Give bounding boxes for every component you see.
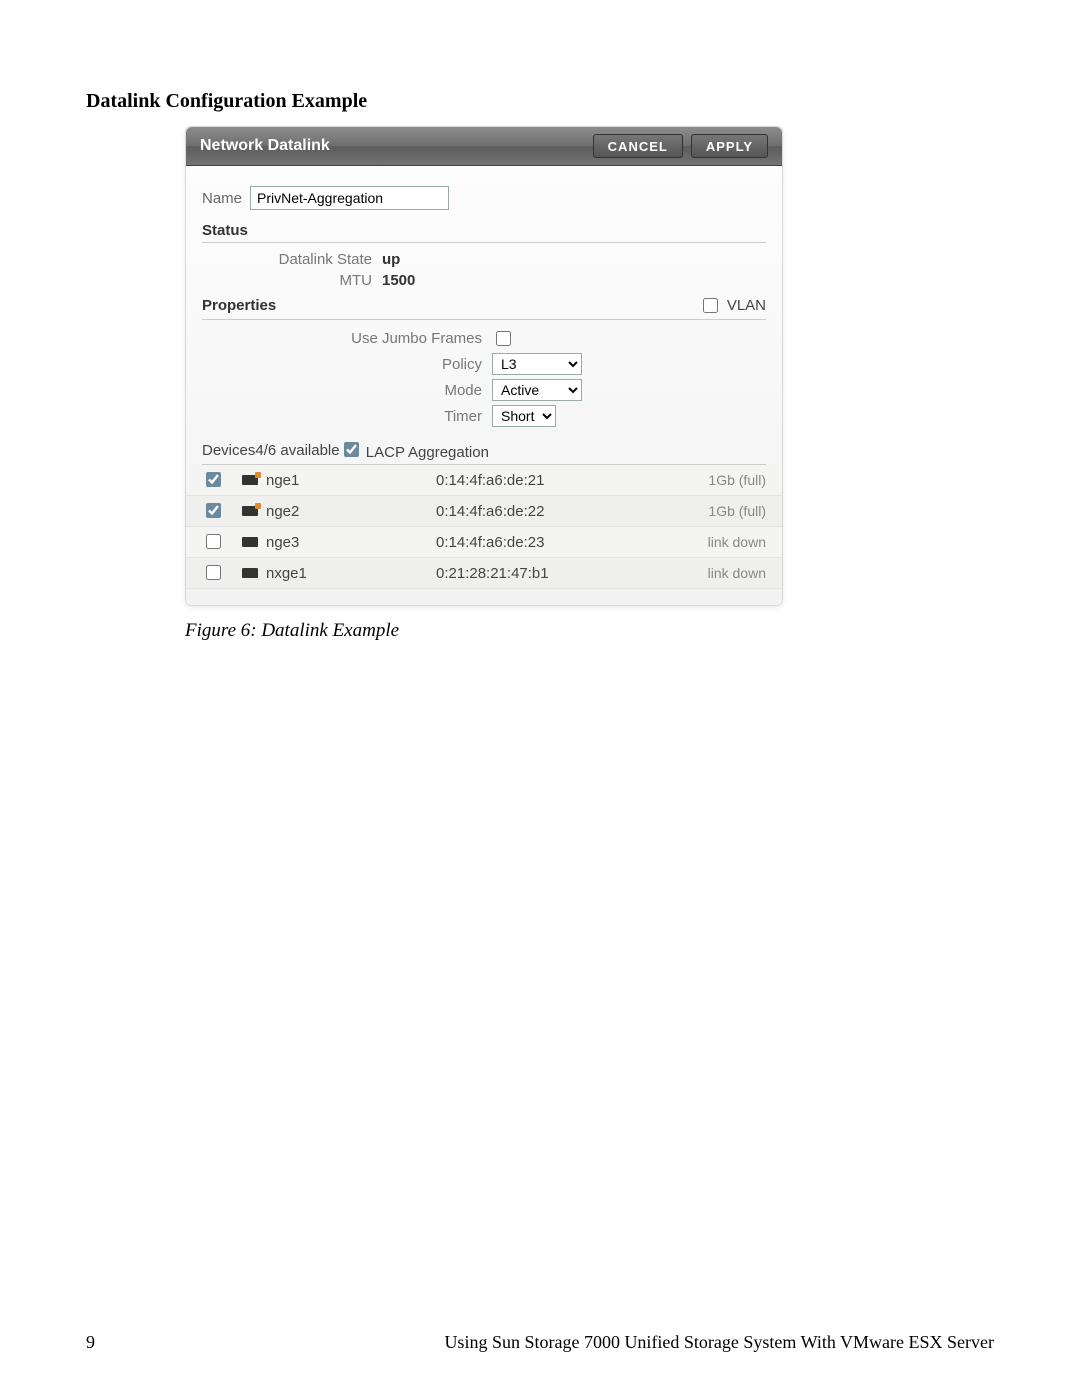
device-checkbox[interactable] — [206, 472, 221, 487]
figure-caption: Figure 6: Datalink Example — [185, 620, 399, 642]
device-checkbox[interactable] — [206, 503, 221, 518]
device-checkbox[interactable] — [206, 534, 221, 549]
status-section-header: Status — [202, 222, 766, 243]
device-mac: 0:14:4f:a6:de:21 — [436, 472, 666, 489]
devices-section-header: Devices 4/6 available LACP Aggregation — [202, 439, 766, 465]
device-checkbox[interactable] — [206, 565, 221, 580]
devices-list: nge1 0:14:4f:a6:de:21 1Gb (full) nge2 0:… — [186, 465, 782, 589]
name-label: Name — [202, 190, 250, 207]
policy-row: Policy L3 — [186, 351, 782, 377]
device-name: nge3 — [266, 534, 436, 551]
dialog-header: Network Datalink CANCEL APPLY — [186, 127, 782, 166]
page-footer-text: Using Sun Storage 7000 Unified Storage S… — [444, 1332, 994, 1353]
name-input[interactable] — [250, 186, 449, 210]
dialog-title: Network Datalink — [200, 137, 585, 155]
device-status: link down — [708, 565, 766, 581]
datalink-state-value: up — [382, 251, 400, 268]
mode-row: Mode Active — [186, 377, 782, 403]
lacp-checkbox[interactable] — [344, 442, 359, 457]
device-mac: 0:14:4f:a6:de:22 — [436, 503, 666, 520]
nic-icon — [242, 537, 258, 547]
dialog-network-datalink: Network Datalink CANCEL APPLY Name Statu… — [185, 126, 783, 606]
properties-header-label: Properties — [202, 297, 276, 314]
nic-icon — [242, 475, 258, 485]
device-mac: 0:21:28:21:47:b1 — [436, 565, 666, 582]
nic-icon — [242, 568, 258, 578]
lacp-label: LACP Aggregation — [366, 444, 489, 461]
device-row: nge2 0:14:4f:a6:de:22 1Gb (full) — [186, 496, 782, 527]
device-mac: 0:14:4f:a6:de:23 — [436, 534, 666, 551]
mode-select[interactable]: Active — [492, 379, 582, 401]
mtu-label: MTU — [202, 272, 382, 289]
mode-label: Mode — [202, 382, 492, 399]
timer-label: Timer — [202, 408, 492, 425]
device-status: link down — [708, 534, 766, 550]
device-name: nge1 — [266, 472, 436, 489]
name-row: Name — [186, 186, 782, 218]
device-row: nxge1 0:21:28:21:47:b1 link down — [186, 558, 782, 589]
device-status: 1Gb (full) — [708, 503, 766, 519]
nic-icon — [242, 506, 258, 516]
vlan-label: VLAN — [727, 297, 766, 314]
jumbo-checkbox[interactable] — [496, 331, 511, 346]
policy-select[interactable]: L3 — [492, 353, 582, 375]
timer-row: Timer Short — [186, 403, 782, 429]
device-row: nge1 0:14:4f:a6:de:21 1Gb (full) — [186, 465, 782, 496]
vlan-checkbox[interactable] — [703, 298, 718, 313]
dialog-body: Name Status Datalink State up MTU 1500 P… — [186, 166, 782, 605]
device-name: nxge1 — [266, 565, 436, 582]
timer-select[interactable]: Short — [492, 405, 556, 427]
apply-button[interactable]: APPLY — [691, 134, 768, 158]
jumbo-row: Use Jumbo Frames — [186, 326, 782, 351]
devices-header-label: Devices — [202, 442, 255, 459]
datalink-state-label: Datalink State — [202, 251, 382, 268]
properties-section-header: Properties VLAN — [202, 295, 766, 320]
device-status: 1Gb (full) — [708, 472, 766, 488]
section-title: Datalink Configuration Example — [86, 90, 367, 113]
devices-header-note: 4/6 available — [255, 442, 339, 459]
policy-label: Policy — [202, 356, 492, 373]
status-header-label: Status — [202, 222, 248, 239]
datalink-state-row: Datalink State up — [186, 249, 782, 270]
mtu-row: MTU 1500 — [186, 270, 782, 291]
mtu-value: 1500 — [382, 272, 415, 289]
device-row: nge3 0:14:4f:a6:de:23 link down — [186, 527, 782, 558]
page-number: 9 — [86, 1332, 95, 1353]
cancel-button[interactable]: CANCEL — [593, 134, 683, 158]
device-name: nge2 — [266, 503, 436, 520]
jumbo-label: Use Jumbo Frames — [202, 330, 492, 347]
